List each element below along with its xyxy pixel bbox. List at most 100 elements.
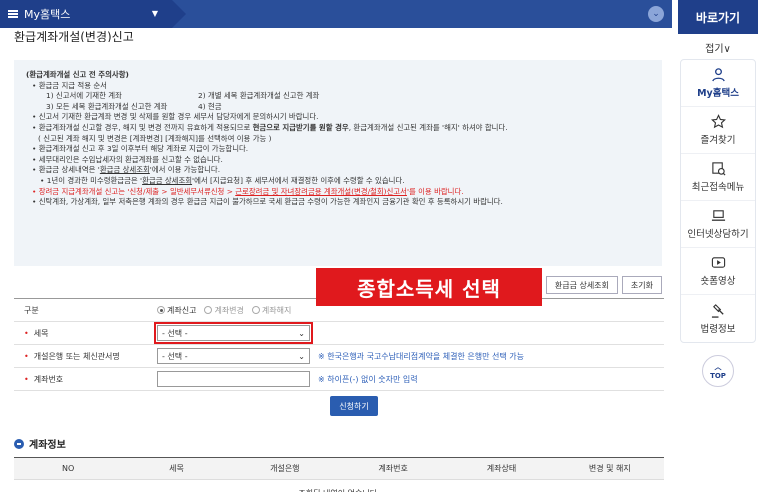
quick-item-label: My홈택스 (697, 88, 739, 99)
notice-text: • 환급계좌개설 신고할 경우, 해지 및 변경 전까지 유효하게 적용되므로 (32, 122, 253, 132)
hamburger-icon (8, 10, 18, 18)
notice-order: 1) 신고서에 기재한 계좌 (46, 91, 122, 101)
person-icon (711, 68, 725, 82)
notice-order-row: 3) 모든 세목 환급계좌개설 신고한 계좌 4) 현금 (26, 102, 650, 113)
refund-detail-button[interactable]: 환급금 상세조회 (545, 276, 618, 294)
column-header: 변경 및 해지 (588, 464, 631, 473)
type-radios: 계좌신고 계좌변경 계좌해지 (157, 305, 291, 316)
chevron-down-icon: ⌄ (298, 328, 305, 338)
radio-icon (204, 306, 213, 314)
section-bullet-icon (14, 438, 24, 449)
action-buttons: 환급금 상세조회 초기화 (545, 276, 662, 294)
column-header: NO (62, 464, 75, 473)
quick-item-consult[interactable]: 인터넷상담하기 (681, 201, 755, 248)
bank-field: - 선택 - ⌄ ※ 한국은행과 국고수납대리점계약을 체결한 은행만 선택 가능 (157, 348, 524, 364)
quick-fold-button[interactable]: 접기∨ (678, 34, 758, 59)
quick-item-favorites[interactable]: 즐겨찾기 (681, 107, 755, 154)
notice-line: ( 신고된 계좌 해지 및 변경은 [계좌변경] [계좌해지]를 선택하여 이용… (38, 133, 272, 143)
gavel-icon (711, 303, 724, 318)
radio-icon (251, 306, 260, 314)
quick-panel-title: 바로가기 (678, 0, 758, 34)
notice-text: • 1년이 경과한 미수령환급금은 ' (40, 175, 143, 185)
refund-detail-link[interactable]: 환급금 상세조회 (100, 165, 150, 174)
required-mark: • (24, 328, 29, 338)
notice-line: • 세무대리인은 수임납세자의 환급계좌를 신고할 수 없습니다. (32, 154, 223, 164)
notice-title: (환급계좌개설 신고 전 주의사항) (26, 70, 129, 79)
notice-text: '에서 이용 가능합니다. (149, 165, 221, 175)
radio-account-cancel[interactable]: 계좌해지 (251, 305, 292, 316)
radio-label: 계좌변경 (214, 305, 244, 315)
account-table: NO 세목 개설은행 계좌번호 계좌상태 변경 및 해지 조회된 내역이 없습니… (14, 457, 664, 492)
select-value: - 선택 - (162, 351, 188, 361)
notice-text: '를 이용 바랍니다. (406, 186, 464, 196)
tax-field: - 선택 - ⌄ (154, 322, 313, 344)
radio-account-change[interactable]: 계좌변경 (204, 305, 244, 316)
quick-item-label: 최근접속메뉴 (691, 182, 745, 193)
refund-detail-link[interactable]: 환급금 상세조회 (142, 176, 192, 185)
notice-line: • 환급계좌개설 신고할 경우, 해지 및 변경 전까지 유효하게 적용되므로 … (26, 123, 650, 134)
tax-type-select[interactable]: - 선택 - ⌄ (154, 322, 313, 344)
quick-item-label: 즐겨찾기 (700, 135, 736, 146)
quick-item-label: 숏폼영상 (700, 276, 736, 287)
table-empty-row: 조회된 내역이 없습니다. (14, 480, 664, 492)
tax-label-text: 세목 (33, 328, 49, 338)
account-form: 구분 계좌신고 계좌변경 계좌해지 • 세목 - 선택 - ⌄ • 개설은행 또는 체… (14, 298, 664, 391)
notice-line: • 신탁계좌, 가상계좌, 일부 저축은행 계좌의 경우 환급금 지급이 불가하… (32, 197, 503, 207)
annotation-callout: 종합소득세 선택 (316, 268, 542, 306)
radio-label: 계좌해지 (261, 305, 292, 315)
quick-item-label: 인터넷상담하기 (687, 229, 749, 240)
submit-button[interactable]: 신청하기 (330, 396, 378, 416)
account-number-input[interactable] (157, 371, 310, 387)
account-hint: ※ 하이픈(-) 없이 숫자만 입력 (318, 374, 418, 384)
notice-line: • 신고서 기재한 환급계좌 변경 및 삭제를 원할 경우 세무서 담당자에게 … (32, 112, 319, 122)
chevron-down-icon: ⌄ (298, 351, 305, 361)
quick-item-law[interactable]: 법령정보 (681, 295, 755, 342)
notice-order: 2) 개별 세목 환급계좌개설 신고한 계좌 (198, 91, 320, 101)
required-mark: • (24, 351, 29, 361)
chevron-down-icon[interactable]: ⌄ (648, 6, 664, 22)
page-title: 환급계좌개설(변경)신고 (14, 30, 134, 42)
notice-emphasis: 현금으로 지급받기를 원할 경우 (252, 122, 349, 132)
bank-select[interactable]: - 선택 - ⌄ (157, 348, 310, 364)
quick-list: My홈택스 즐겨찾기 최근접속메뉴 인터넷상담하기 숏폼영상 법령정보 (680, 59, 756, 343)
notice-line: • 환급계좌개설 신고 후 3일 이후부터 해당 계좌로 지급이 가능합니다. (32, 144, 249, 154)
tax-label: • 세목 (14, 328, 157, 339)
radio-label: 계좌신고 (167, 305, 197, 315)
notice-text: , 환급계좌개설 신고된 계좌를 '해지' 하셔야 합니다. (348, 122, 508, 132)
notice-order: 4) 현금 (198, 101, 222, 111)
section-title: 계좌정보 (29, 440, 66, 451)
column-header: 개설은행 (270, 464, 300, 473)
bank-label: • 개설은행 또는 체신관서명 (14, 351, 157, 362)
column-header: 계좌상태 (486, 464, 517, 473)
menu-label: My홈택스 (24, 8, 71, 21)
radio-account-register[interactable]: 계좌신고 (157, 305, 196, 316)
notice-line: • 환급금 지급 적용 순서 (32, 80, 107, 90)
laptop-icon (711, 210, 725, 221)
incentive-account-link[interactable]: 근로장려금 및 자녀장려금용 계좌개설(변경/철회)신고서 (235, 187, 407, 196)
recent-menu-icon (711, 162, 725, 176)
column-header: 세목 (169, 464, 184, 473)
reset-button[interactable]: 초기화 (621, 276, 662, 294)
quick-item-shortform[interactable]: 숏폼영상 (681, 248, 755, 295)
select-value: - 선택 - (162, 328, 188, 338)
table-header: NO 세목 개설은행 계좌번호 계좌상태 변경 및 해지 (14, 458, 664, 480)
notice-text: • 장려금 지급계좌개설 신고는 '신청/제출 > 일반세무서류신청 > (32, 186, 236, 196)
scroll-top-button[interactable]: ︿ TOP (702, 355, 734, 387)
quick-item-recent[interactable]: 최근접속메뉴 (681, 154, 755, 201)
type-label: 구분 (14, 305, 157, 316)
required-mark: • (24, 374, 29, 384)
account-info-section: 계좌정보 (14, 436, 66, 451)
star-icon (710, 114, 726, 129)
quick-item-my-hometax[interactable]: My홈택스 (681, 60, 755, 107)
notice-order: 3) 모든 세목 환급계좌개설 신고한 계좌 (46, 101, 168, 111)
my-hometax-menu-button[interactable]: My홈택스 ▼ (0, 0, 186, 28)
notice-line: • 환급금 상세내역은 '환급금 상세조회'에서 이용 가능합니다. (26, 165, 650, 176)
notice-line: • 장려금 지급계좌개설 신고는 '신청/제출 > 일반세무서류신청 > 근로장… (26, 187, 650, 198)
account-label: • 계좌번호 (14, 374, 157, 385)
account-field: ※ 하이픈(-) 없이 숫자만 입력 (157, 371, 418, 387)
notice-order-row: 1) 신고서에 기재한 계좌 2) 개별 세목 환급계좌개설 신고한 계좌 (26, 91, 650, 102)
quick-item-label: 법령정보 (700, 323, 736, 335)
play-icon (711, 257, 725, 268)
notice-line: • 1년이 경과한 미수령환급금은 '환급금 상세조회'에서 [지급요청] 후 … (26, 176, 650, 187)
notice-box: (환급계좌개설 신고 전 주의사항) • 환급금 지급 적용 순서 1) 신고서… (14, 60, 662, 266)
